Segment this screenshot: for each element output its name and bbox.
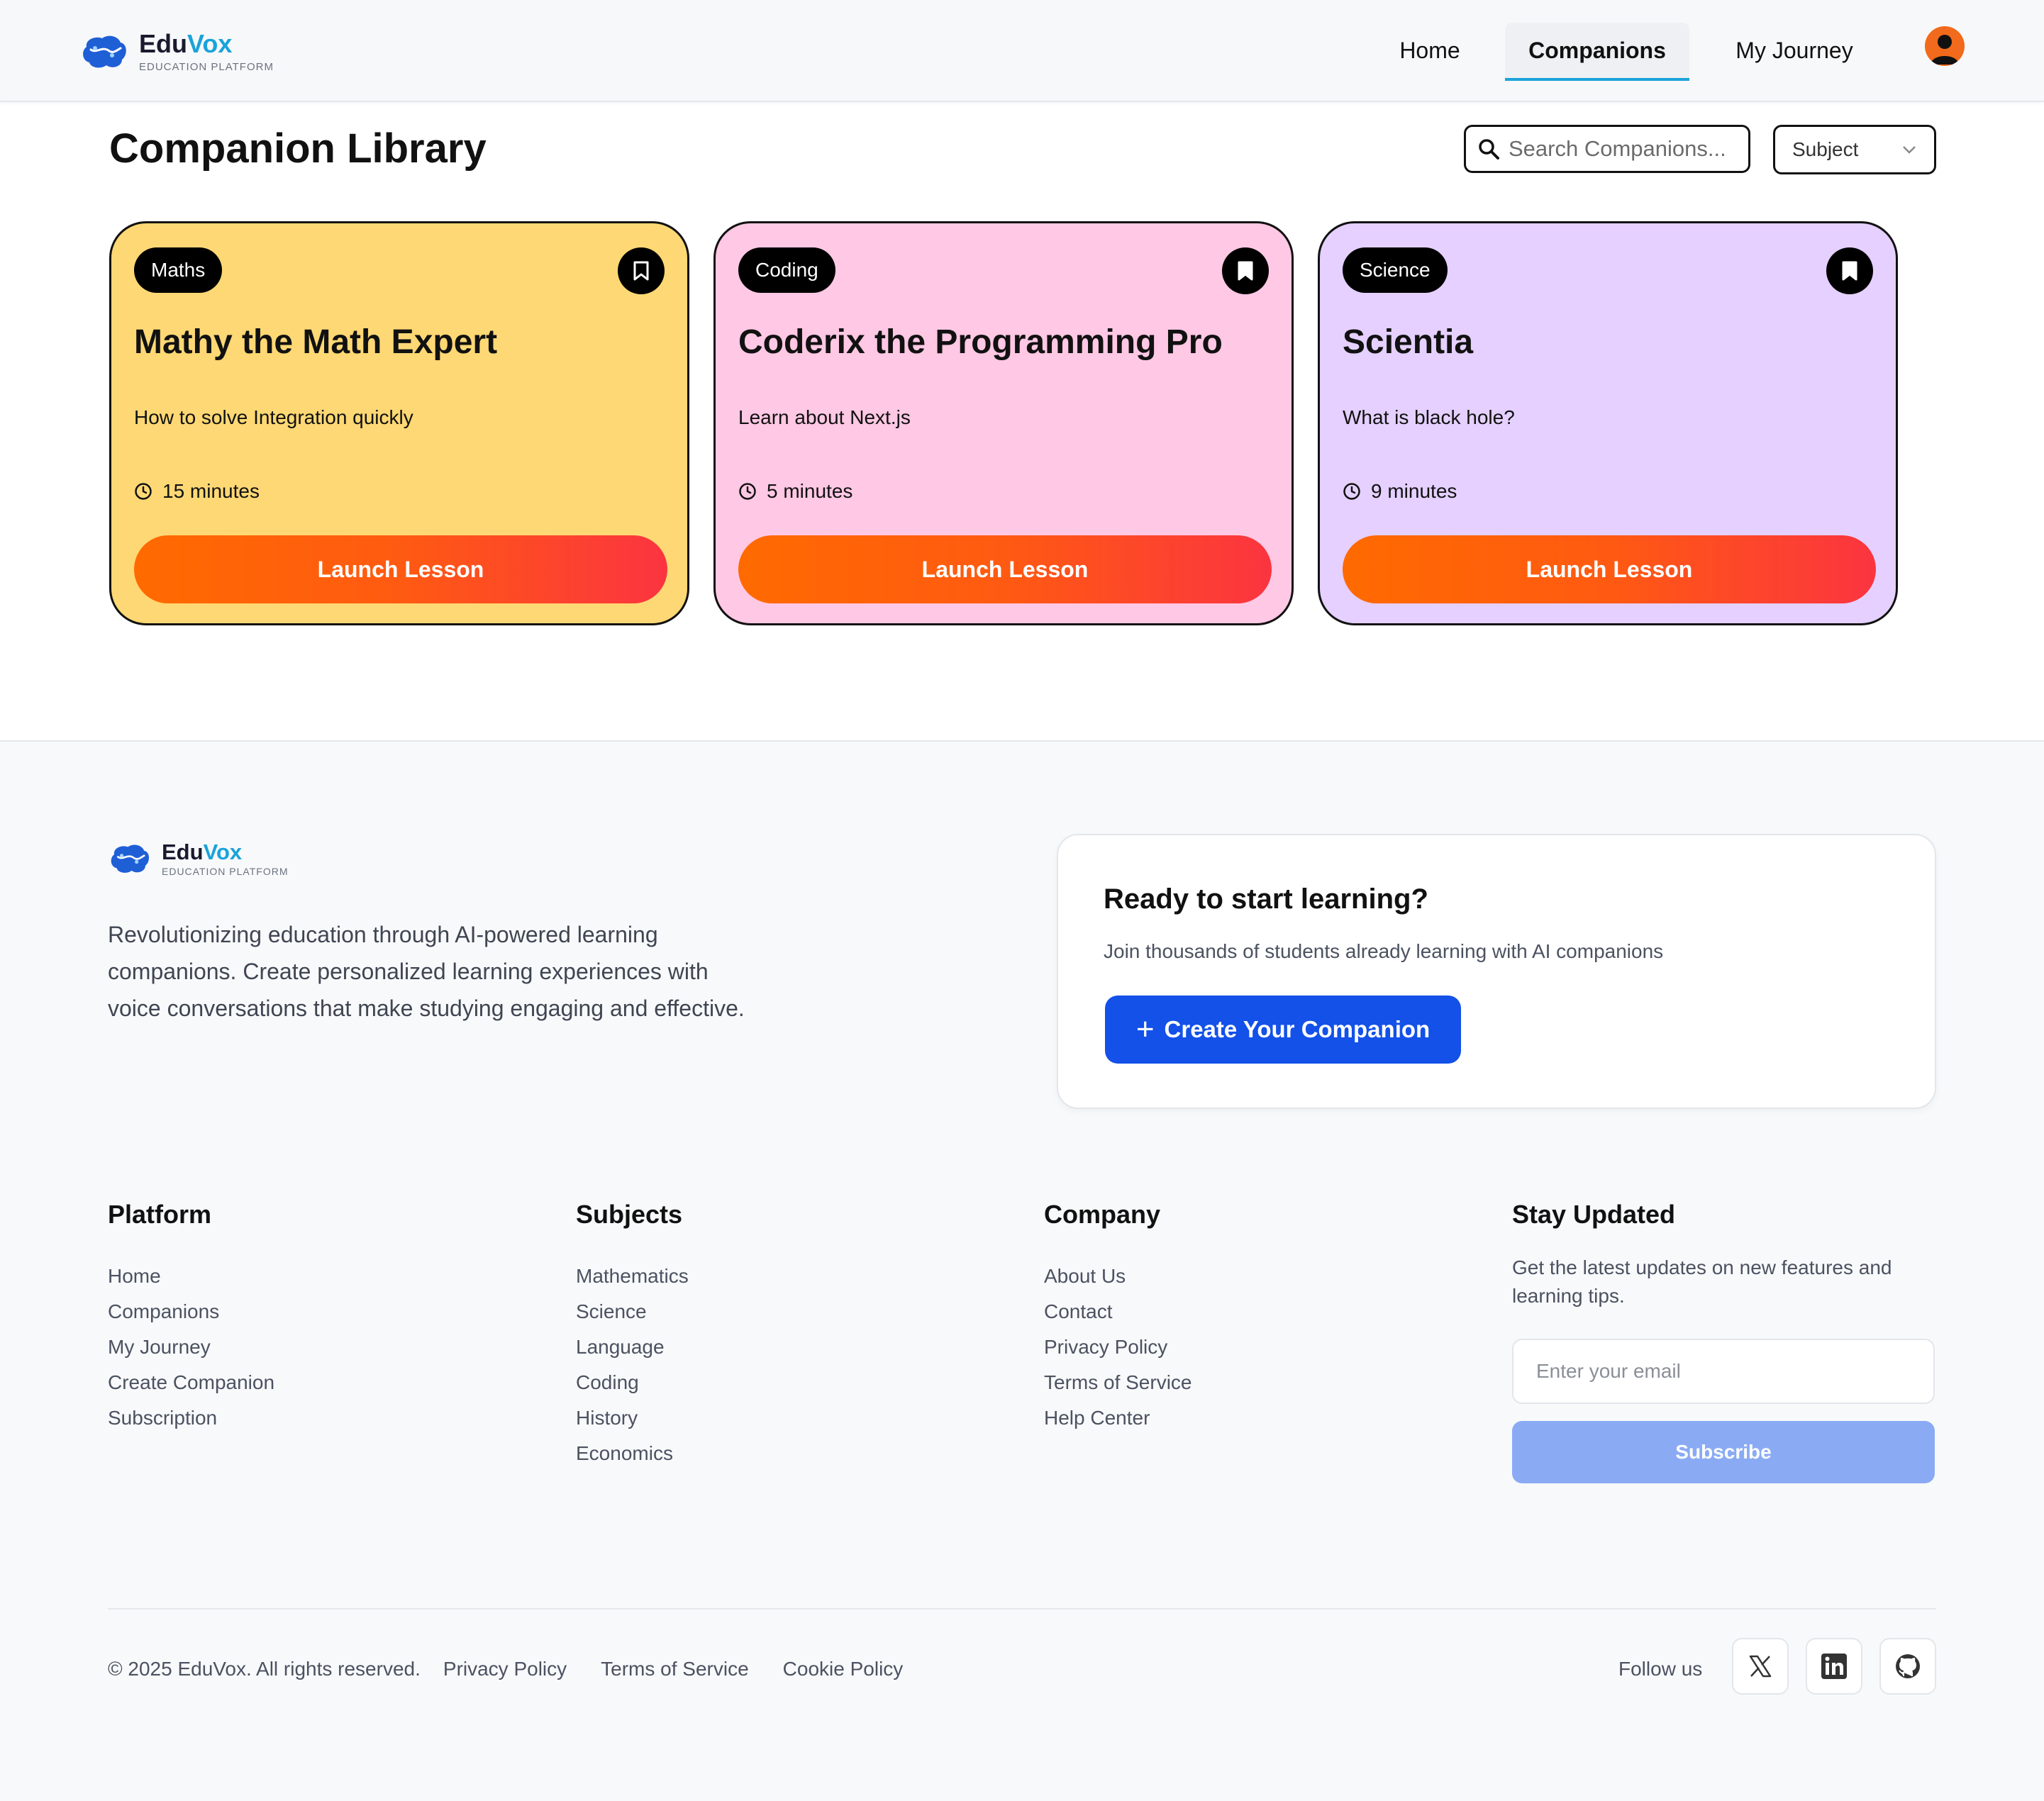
companion-topic: How to solve Integration quickly [134, 406, 413, 428]
subject-select-value: Subject [1792, 138, 1859, 160]
footer-col-title: Subjects [576, 1200, 683, 1229]
top-navbar: EduVox EDUCATION PLATFORM Home Companion… [0, 0, 2044, 102]
brand-tagline: EDUCATION PLATFORM [139, 61, 274, 73]
footer-stay-updated: Stay Updated Get the latest updates on n… [1512, 1200, 1938, 1483]
brand-name: EduVox [139, 29, 233, 58]
footer-col-subjects: Subjects Mathematics Science Language Co… [576, 1200, 689, 1476]
footer-col-title: Company [1044, 1200, 1161, 1229]
x-social-button[interactable] [1732, 1638, 1789, 1695]
brand-tagline: EDUCATION PLATFORM [162, 866, 289, 877]
duration-text: 9 minutes [1371, 480, 1457, 502]
stay-updated-title: Stay Updated [1512, 1200, 1676, 1229]
footer-col-title: Platform [108, 1200, 212, 1229]
subject-badge: Science [1343, 247, 1448, 293]
site-footer: EduVox EDUCATION PLATFORM Revolutionizin… [0, 740, 2044, 1801]
brain-logo-icon [83, 35, 126, 67]
bookmark-button[interactable] [1222, 247, 1269, 294]
plus-icon: + [1135, 1012, 1155, 1047]
bookmark-button[interactable] [618, 247, 665, 294]
subject-badge: Maths [134, 247, 223, 293]
footer-bottom-bar: © 2025 EduVox. All rights reserved. Priv… [108, 1655, 903, 1683]
create-companion-button[interactable]: + Create Your Companion [1105, 996, 1461, 1064]
bottom-link-terms-of-service[interactable]: Terms of Service [601, 1658, 749, 1680]
search-icon [1479, 139, 1499, 160]
bottom-link-privacy-policy[interactable]: Privacy Policy [443, 1658, 567, 1680]
companion-topic: Learn about Next.js [738, 406, 911, 428]
launch-lesson-button[interactable]: Launch Lesson [134, 535, 667, 603]
nav-companions[interactable]: Companions [1505, 23, 1689, 81]
companion-card-maths: Maths Mathy the Math Expert How to solve… [109, 221, 689, 625]
footer-description: Revolutionizing education through AI-pow… [108, 922, 745, 1021]
stay-updated-text: Get the latest updates on new features a… [1512, 1256, 1892, 1307]
companion-title: Coderix the Programming Pro [738, 323, 1223, 361]
bookmark-outline-icon [633, 261, 649, 281]
copyright-text: © 2025 EduVox. All rights reserved. [108, 1658, 421, 1680]
brand-name: EduVox [162, 840, 243, 864]
bookmark-filled-icon [1238, 261, 1253, 281]
companion-duration: 5 minutes [738, 480, 852, 503]
clock-icon [135, 483, 152, 500]
cta-title: Ready to start learning? [1104, 883, 1428, 915]
brain-logo-icon [111, 844, 150, 873]
footer-col-platform: Platform Home Companions My Journey Crea… [108, 1200, 274, 1441]
launch-lesson-button[interactable]: Launch Lesson [738, 535, 1272, 603]
chevron-down-icon [1903, 146, 1916, 154]
duration-text: 15 minutes [162, 480, 260, 502]
footer-divider [108, 1608, 1936, 1610]
search-box[interactable] [1464, 125, 1750, 173]
page-title: Companion Library [109, 126, 487, 172]
github-icon [1896, 1654, 1920, 1678]
x-icon [1749, 1655, 1772, 1678]
companion-card-coding: Coding Coderix the Programming Pro Learn… [713, 221, 1294, 625]
clock-icon [1343, 483, 1360, 500]
companion-topic: What is black hole? [1343, 406, 1515, 428]
nav-home[interactable]: Home [1376, 21, 1484, 79]
duration-text: 5 minutes [767, 480, 853, 502]
bookmark-filled-icon [1842, 261, 1857, 281]
cta-card: Ready to start learning? Join thousands … [1057, 834, 1936, 1109]
github-social-button[interactable] [1879, 1638, 1936, 1695]
user-icon [1931, 35, 1959, 65]
footer-brand-logo[interactable]: EduVox EDUCATION PLATFORM [109, 841, 289, 877]
launch-lesson-button[interactable]: Launch Lesson [1343, 535, 1876, 603]
brand-logo[interactable]: EduVox EDUCATION PLATFORM [81, 31, 274, 73]
subject-badge: Coding [738, 247, 835, 293]
create-companion-label: Create Your Companion [1164, 1016, 1431, 1042]
linkedin-icon [1821, 1654, 1847, 1679]
subscribe-button[interactable]: Subscribe [1512, 1421, 1935, 1483]
bookmark-button[interactable] [1826, 247, 1873, 294]
clock-icon [739, 483, 756, 500]
linkedin-social-button[interactable] [1806, 1638, 1862, 1695]
cta-text: Join thousands of students already learn… [1104, 940, 1664, 962]
footer-link-economics[interactable]: Economics [576, 1431, 689, 1476]
companion-title: Mathy the Math Expert [134, 323, 498, 361]
search-input[interactable] [1509, 136, 1743, 162]
email-field[interactable] [1512, 1339, 1935, 1404]
subject-select[interactable]: Subject [1773, 125, 1936, 174]
bottom-link-cookie-policy[interactable]: Cookie Policy [783, 1658, 904, 1680]
follow-us-label: Follow us [1618, 1658, 1703, 1680]
user-avatar[interactable] [1925, 26, 1965, 66]
nav-my-journey[interactable]: My Journey [1712, 21, 1877, 79]
companion-title: Scientia [1343, 323, 1474, 361]
companion-duration: 9 minutes [1343, 480, 1457, 503]
footer-col-company: Company About Us Contact Privacy Policy … [1044, 1200, 1192, 1441]
companion-card-science: Science Scientia What is black hole? 9 m… [1318, 221, 1898, 625]
companion-duration: 15 minutes [134, 480, 260, 503]
